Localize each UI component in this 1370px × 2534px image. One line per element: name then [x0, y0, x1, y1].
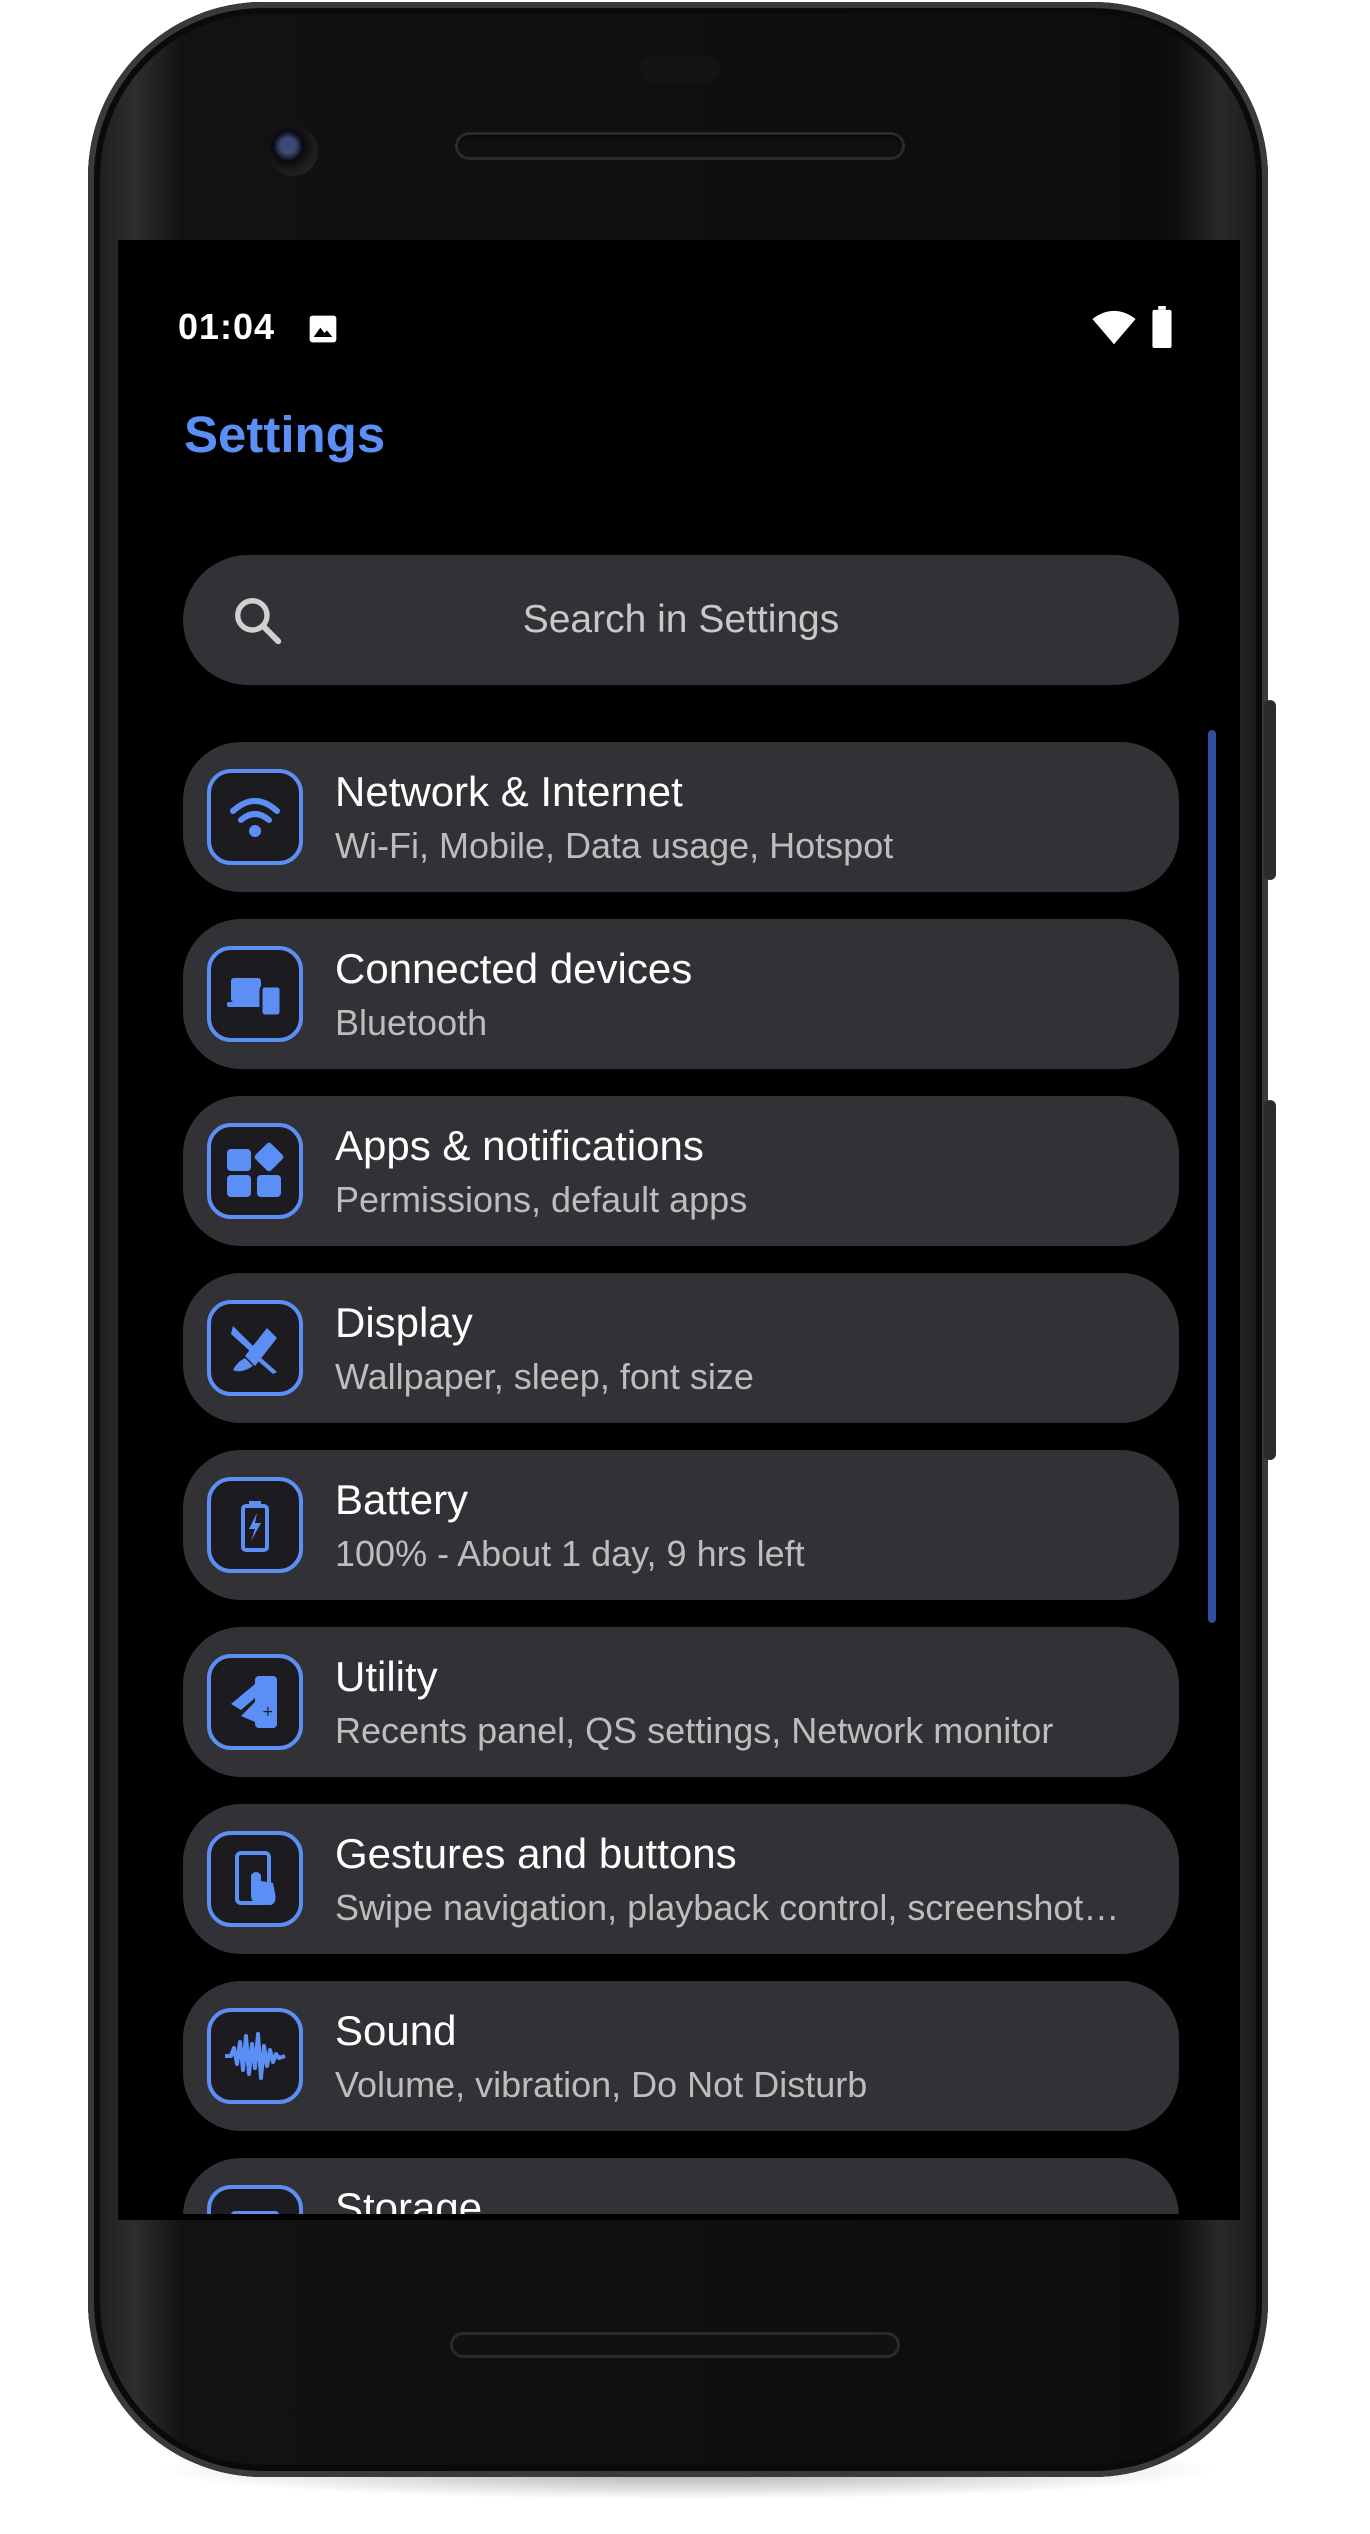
settings-item-gestures[interactable]: Gestures and buttons Swipe navigation, p… — [183, 1804, 1179, 1954]
sensor-slot — [640, 56, 720, 82]
item-subtitle: Swipe navigation, playback control, scre… — [335, 1887, 1120, 1928]
battery-icon — [207, 1477, 303, 1573]
page-title: Settings — [184, 406, 386, 463]
svg-text:+: + — [262, 1704, 274, 1720]
settings-item-storage[interactable]: Storage — [183, 2158, 1179, 2214]
gesture-icon — [207, 1831, 303, 1927]
storage-icon — [207, 2185, 303, 2214]
item-subtitle: Wallpaper, sleep, font size — [335, 1356, 754, 1397]
settings-item-battery[interactable]: Battery 100% - About 1 day, 9 hrs left — [183, 1450, 1179, 1600]
settings-item-apps[interactable]: Apps & notifications Permissions, defaul… — [183, 1096, 1179, 1246]
search-icon — [235, 598, 282, 645]
item-subtitle: Wi-Fi, Mobile, Data usage, Hotspot — [335, 825, 894, 866]
earpiece-speaker — [455, 132, 905, 160]
search-bar[interactable]: Search in Settings — [183, 555, 1179, 685]
status-time: 01:04 — [178, 306, 276, 347]
item-title: Network & Internet — [335, 768, 683, 815]
search-placeholder: Search in Settings — [522, 598, 840, 641]
battery-status-icon — [1152, 306, 1172, 348]
item-title: Display — [335, 1299, 473, 1346]
settings-item-display[interactable]: Display Wallpaper, sleep, font size — [183, 1273, 1179, 1423]
item-title: Connected devices — [335, 945, 693, 992]
item-title: Gestures and buttons — [335, 1830, 737, 1877]
devices-icon — [207, 946, 303, 1042]
brush-icon — [207, 1300, 303, 1396]
power-button — [1264, 700, 1276, 880]
settings-list: Network & Internet Wi-Fi, Mobile, Data u… — [183, 742, 1179, 2214]
sound-wave-icon — [207, 2008, 303, 2104]
item-title: Utility — [335, 1653, 438, 1700]
settings-item-connected-devices[interactable]: Connected devices Bluetooth — [183, 919, 1179, 1069]
utility-icon: + — [207, 1654, 303, 1750]
scrollbar[interactable] — [1208, 730, 1216, 1623]
apps-icon — [207, 1123, 303, 1219]
image-notification-icon — [309, 315, 337, 343]
item-title: Battery — [335, 1476, 469, 1523]
item-title: Storage — [335, 2184, 483, 2214]
wifi-status-icon — [1092, 310, 1136, 345]
settings-item-network[interactable]: Network & Internet Wi-Fi, Mobile, Data u… — [183, 742, 1179, 892]
volume-button — [1264, 1100, 1276, 1460]
front-camera — [268, 126, 318, 176]
item-subtitle: Recents panel, QS settings, Network moni… — [335, 1710, 1054, 1751]
item-subtitle: Bluetooth — [335, 1002, 488, 1043]
wifi-icon — [207, 769, 303, 865]
item-title: Sound — [335, 2007, 457, 2054]
settings-item-utility[interactable]: + Utility Recents panel, QS settings, Ne… — [183, 1627, 1179, 1777]
settings-item-sound[interactable]: Sound Volume, vibration, Do Not Disturb — [183, 1981, 1179, 2131]
item-subtitle: Volume, vibration, Do Not Disturb — [335, 2064, 868, 2105]
item-subtitle: Permissions, default apps — [335, 1179, 748, 1220]
bottom-speaker — [450, 2332, 900, 2358]
item-title: Apps & notifications — [335, 1122, 704, 1169]
item-subtitle: 100% - About 1 day, 9 hrs left — [335, 1533, 805, 1574]
